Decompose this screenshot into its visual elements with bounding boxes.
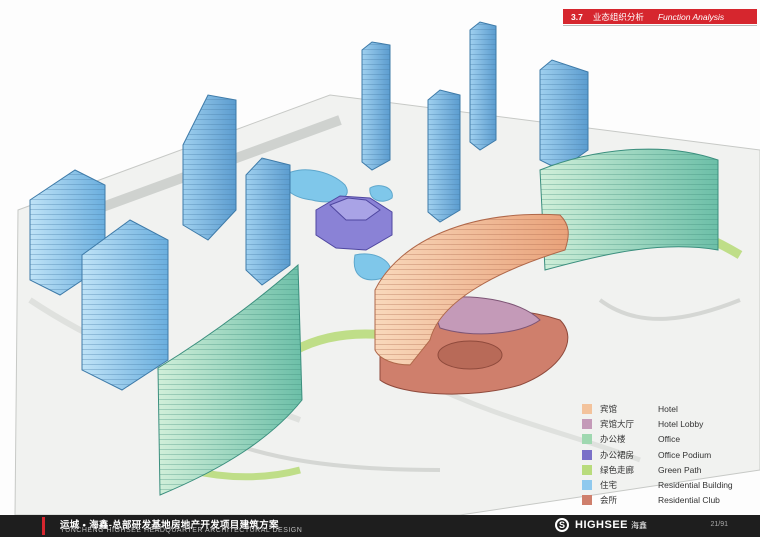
legend-label-cn: 办公楼 (600, 434, 626, 445)
logo-mark-icon: S (555, 518, 569, 532)
legend-label-cn: 宾馆 (600, 403, 618, 414)
legend-item-hotel: 宾馆 Hotel (582, 401, 752, 416)
legend-label-en: Hotel Lobby (658, 418, 704, 429)
legend-item-green-path: 绿色走廊 Green Path (582, 462, 752, 477)
legend-item-office: 办公楼 Office (582, 432, 752, 447)
legend-label-cn: 绿色走廊 (600, 464, 635, 475)
page-number: 21/91 (710, 521, 728, 528)
swatch-residential-building (582, 480, 592, 491)
swatch-residential-club (582, 495, 592, 506)
legend-label-en: Residential Building (658, 480, 733, 491)
legend-item-office-podium: 办公裙房 Office Podium (582, 447, 752, 462)
legend-label-cn: 宾馆大厅 (600, 418, 635, 429)
legend-label-en: Hotel (658, 403, 678, 414)
legend-label-en: Office Podium (658, 449, 712, 460)
residential-tower-4 (245, 157, 291, 286)
legend-label-en: Green Path (658, 464, 702, 475)
residential-tower-2 (81, 219, 169, 391)
residential-tower-3 (182, 94, 237, 241)
legend-label-cn: 住宅 (600, 480, 618, 491)
footer-bar: 运城 • 海鑫-总部研发基地房地产开发项目建筑方案 YUNCHENG HIGHS… (0, 515, 760, 537)
legend-label-cn: 办公裙房 (600, 449, 635, 460)
swatch-hotel-lobby (582, 418, 592, 429)
legend-item-hotel-lobby: 宾馆大厅 Hotel Lobby (582, 416, 752, 431)
logo-text-en: HIGHSEE (575, 519, 629, 531)
legend-item-residential-building: 住宅 Residential Building (582, 477, 752, 492)
swatch-hotel (582, 403, 592, 414)
logo-text-cn: 海鑫 (631, 520, 648, 530)
legend-label-cn: 会所 (600, 495, 618, 506)
footer-accent (42, 517, 45, 535)
drawing-sheet: 3.7 业态组织分析 Function Analysis 宾馆 Hotel 宾馆… (0, 0, 760, 537)
highsee-logo: S HIGHSEE 海鑫 (555, 518, 647, 532)
swatch-office (582, 434, 592, 445)
residential-tower-7 (469, 21, 497, 151)
swatch-green-path (582, 464, 592, 475)
legend-item-residential-club: 会所 Residential Club (582, 493, 752, 508)
residential-tower-6 (427, 89, 461, 223)
residential-tower-5 (361, 41, 391, 171)
legend-label-en: Office (658, 434, 681, 445)
legend-label-en: Residential Club (658, 495, 720, 506)
swatch-office-podium (582, 449, 592, 460)
project-title-en: YUNCHENG HIGHSEE HEADQUARTER ARCHITECTUR… (60, 527, 303, 534)
legend: 宾馆 Hotel 宾馆大厅 Hotel Lobby 办公楼 Office 办公裙… (582, 401, 752, 508)
residential-tower-8 (539, 59, 589, 171)
